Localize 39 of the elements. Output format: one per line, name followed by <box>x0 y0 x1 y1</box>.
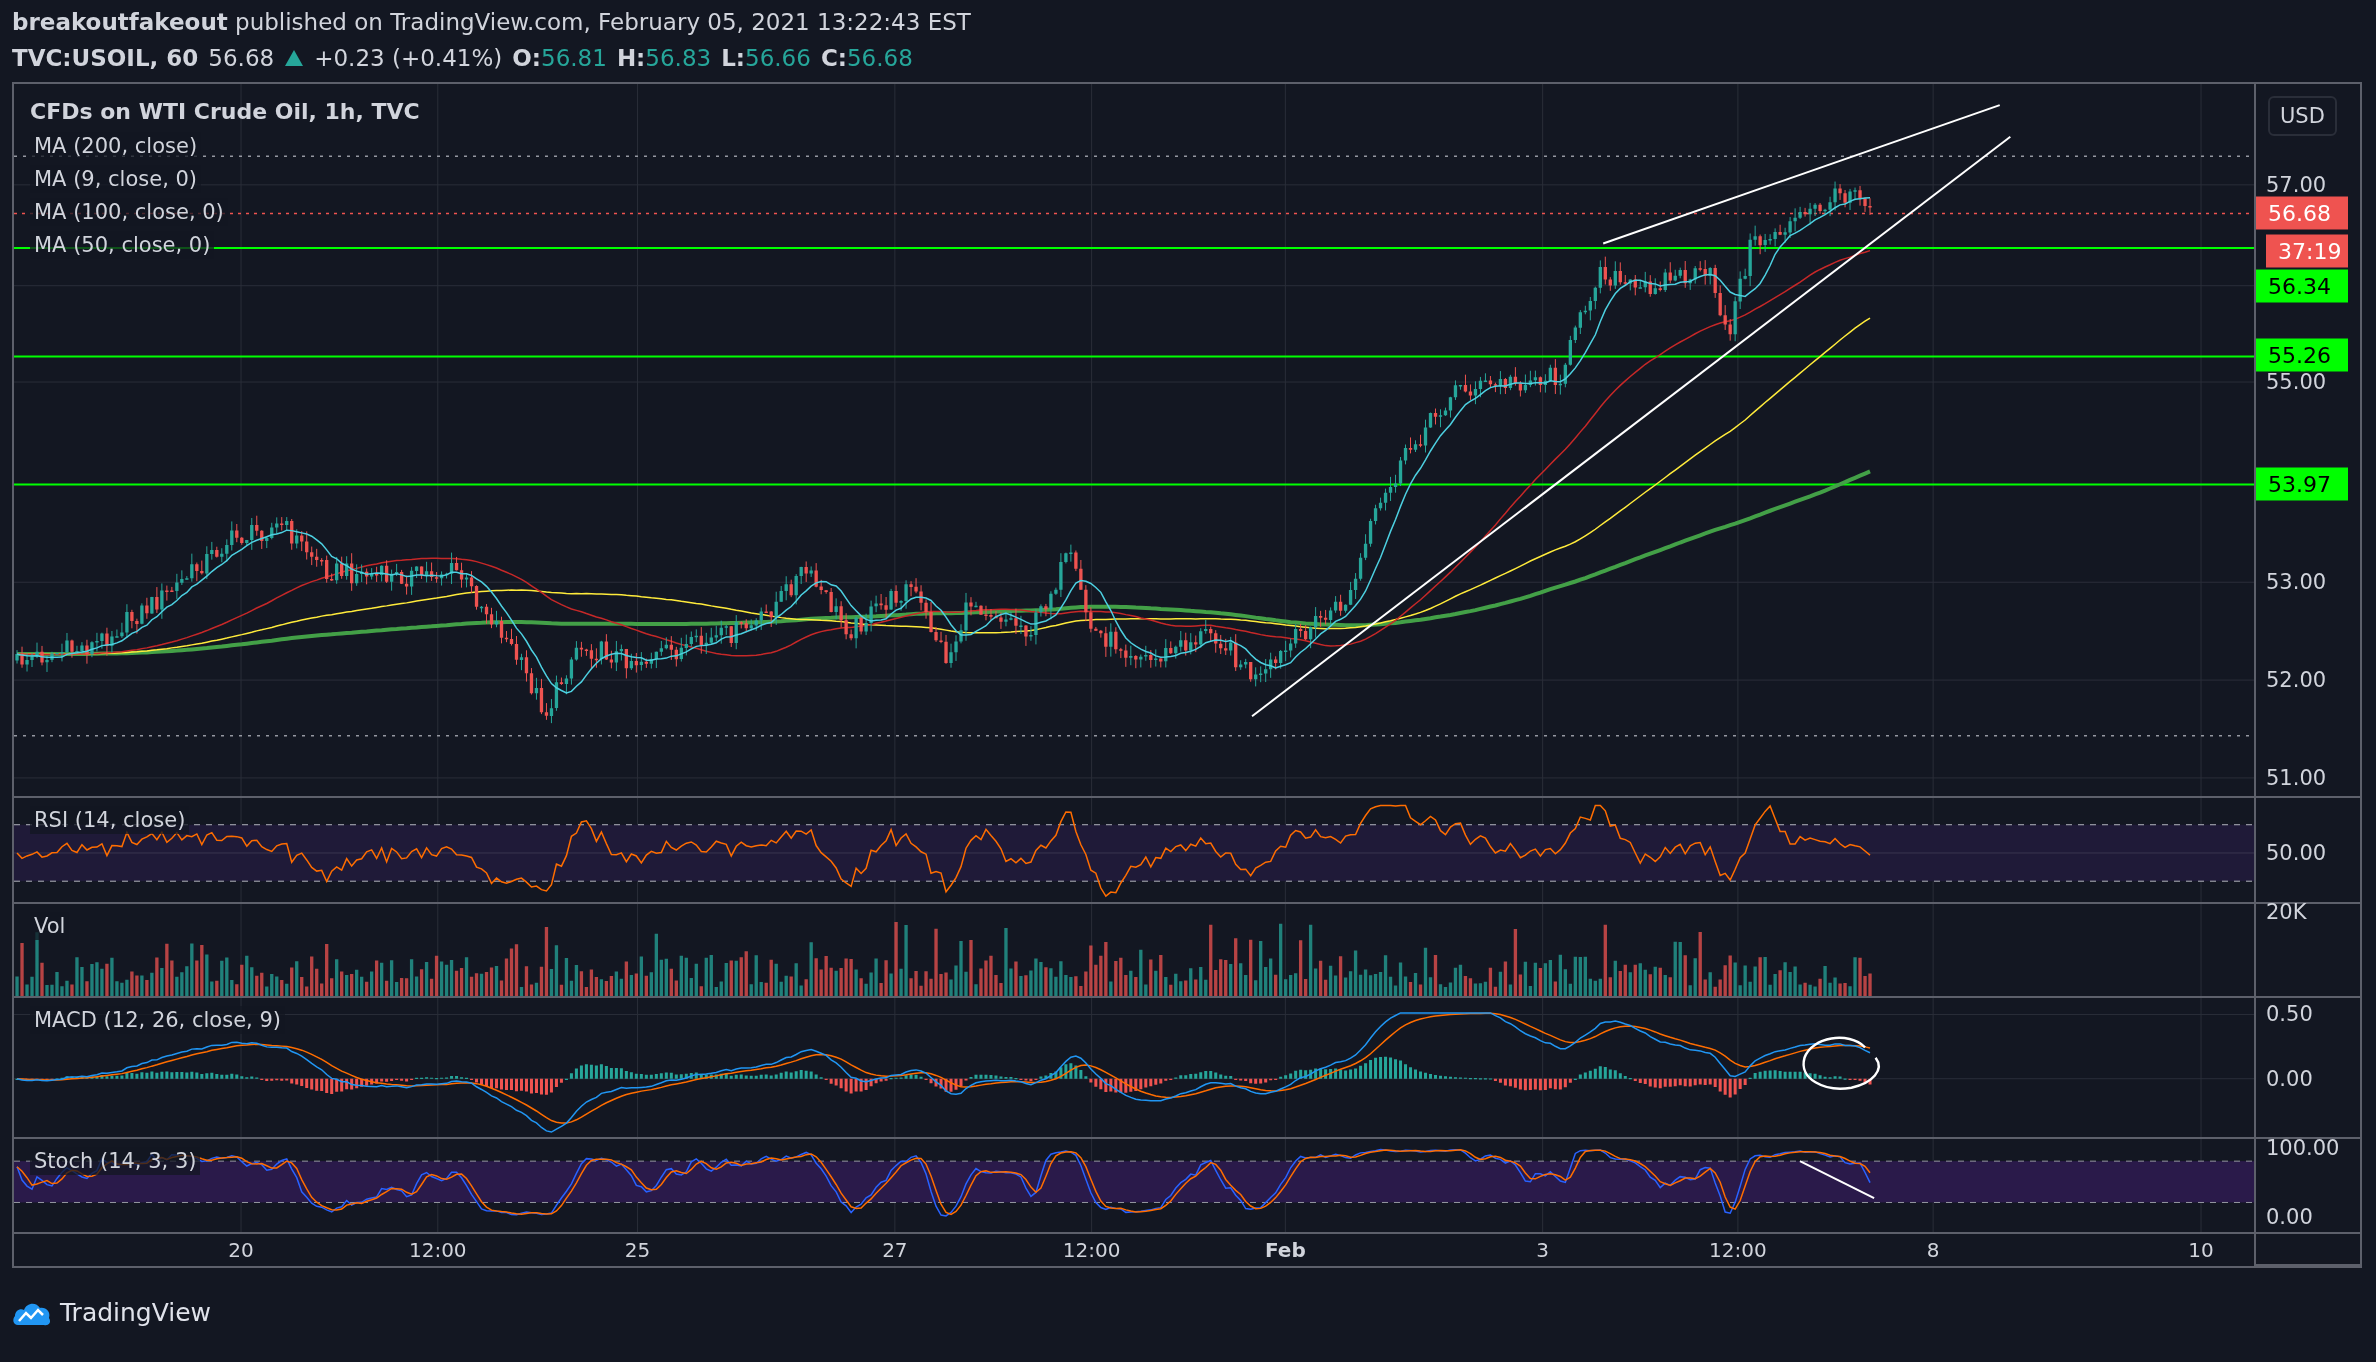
price-tick: 53.00 <box>2266 570 2327 595</box>
ohlc-value: C:56.68 <box>820 45 913 71</box>
price-tag: 56.68 <box>2256 196 2348 230</box>
time-label: Feb <box>1265 1238 1306 1262</box>
price-tag: 56.34 <box>2256 269 2348 303</box>
price-tag: 37:19 <box>2266 234 2348 268</box>
axis-tick: 0.50 <box>2266 1002 2313 1027</box>
price-tick: 52.00 <box>2266 668 2327 693</box>
indicator-label: MACD (12, 26, close, 9) <box>30 1006 285 1034</box>
last-price: 56.68 <box>208 45 275 71</box>
time-label: 27 <box>882 1238 908 1262</box>
price-change: +0.23 (+0.41%) <box>314 45 503 71</box>
publish-info: breakoutfakeout published on TradingView.com, February 05, 2021 13:22:43 EST <box>12 9 971 35</box>
currency-button[interactable]: USD <box>2268 96 2337 136</box>
ohlc-value: H:56.83 <box>616 45 712 71</box>
time-label: 12:00 <box>408 1238 467 1262</box>
time-label: 3 <box>1536 1238 1549 1262</box>
axis-tick: 0.00 <box>2266 1205 2313 1230</box>
time-label: 8 <box>1926 1238 1940 1262</box>
ohlc-value: L:56.66 <box>721 45 811 71</box>
price-tick: 57.00 <box>2266 172 2327 197</box>
chart-title: CFDs on WTI Crude Oil, 1h, TVC <box>30 98 420 126</box>
time-label: 25 <box>624 1238 651 1262</box>
ohlc-value: O:56.81 <box>512 45 607 71</box>
time-label: 12:00 <box>1709 1238 1767 1262</box>
axis-tick: 50.00 <box>2266 840 2327 865</box>
price-tag: 55.26 <box>2256 338 2348 372</box>
axis-tick: 0.00 <box>2266 1066 2313 1091</box>
time-label: 10 <box>2188 1238 2214 1262</box>
axis-tick: 100.00 <box>2266 1135 2340 1160</box>
time-label: 12:00 <box>1062 1238 1121 1262</box>
price-tick: 51.00 <box>2266 765 2327 790</box>
symbol-label: TVC:USOIL, 60 <box>12 45 199 71</box>
price-tag: 53.97 <box>2256 467 2348 501</box>
up-triangle-icon <box>284 49 305 67</box>
time-label: 20 <box>228 1238 254 1262</box>
axis-tick: 20K <box>2266 900 2307 924</box>
price-tick: 55.00 <box>2266 370 2327 395</box>
brand-name: TradingView <box>60 1298 212 1327</box>
